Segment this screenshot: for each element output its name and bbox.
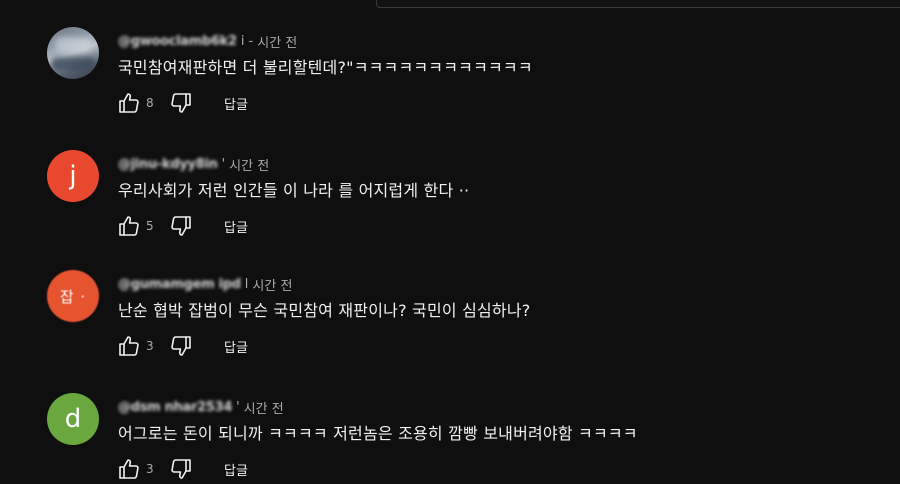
timestamp[interactable]: 시간 전 <box>229 155 269 174</box>
comments-page: @gwooclamb6k2 i - 시간 전 국민참여재판하면 더 불리할텐데?… <box>0 0 900 484</box>
comment-item: @gwooclamb6k2 i - 시간 전 국민참여재판하면 더 불리할텐데?… <box>0 27 900 137</box>
avatar[interactable]: d <box>47 393 99 445</box>
username[interactable]: @dsm nhar2534 <box>118 400 232 415</box>
avatar-image <box>55 37 91 51</box>
thumbs-up-icon <box>119 93 139 113</box>
time-prefix: ' <box>221 156 226 172</box>
comment-item: j @jinu-kdyy8in ' 시간 전 우리사회가 저런 인간들 이 나라… <box>0 150 900 260</box>
comment-input-box[interactable] <box>376 0 900 8</box>
comment-text: 어그로는 돈이 되니까 ㅋㅋㅋㅋ 저런놈은 조용히 깜빵 보내버려야함 ㅋㅋㅋㅋ <box>118 424 638 443</box>
thumbs-up-icon <box>119 336 139 356</box>
like-count: 3 <box>146 462 154 476</box>
like-button[interactable] <box>116 456 142 482</box>
comment-text: 난순 협박 잡범이 무슨 국민참여 재판이나? 국민이 심심하나? <box>118 301 531 320</box>
like-button[interactable] <box>116 90 142 116</box>
comment-text: 국민참여재판하면 더 불리할텐데?"ㅋㅋㅋㅋㅋㅋㅋㅋㅋㅋㅋㅋ <box>118 58 533 77</box>
avatar[interactable] <box>47 27 99 79</box>
thumbs-down-icon <box>171 336 191 356</box>
reply-button[interactable]: 답글 <box>224 337 248 356</box>
dislike-button[interactable] <box>168 90 194 116</box>
username[interactable]: @jinu-kdyy8in <box>118 157 218 172</box>
time-prefix: l <box>244 276 249 292</box>
comment-actions: 8 답글 <box>116 90 248 116</box>
like-count: 5 <box>146 219 154 233</box>
avatar-image <box>51 57 95 71</box>
thumbs-down-icon <box>171 216 191 236</box>
username[interactable]: @gwooclamb6k2 <box>118 34 237 49</box>
dislike-button[interactable] <box>168 456 194 482</box>
like-count: 3 <box>146 339 154 353</box>
avatar[interactable]: j <box>47 150 99 202</box>
like-button[interactable] <box>116 213 142 239</box>
reply-button[interactable]: 답글 <box>224 460 248 479</box>
comment-actions: 3 답글 <box>116 456 248 482</box>
dislike-button[interactable] <box>168 213 194 239</box>
comment-header: @gwooclamb6k2 i - 시간 전 <box>118 32 297 51</box>
like-count: 8 <box>146 96 154 110</box>
thumbs-up-icon <box>119 216 139 236</box>
reply-button[interactable]: 답글 <box>224 94 248 113</box>
comment-actions: 3 답글 <box>116 333 248 359</box>
comment-actions: 5 답글 <box>116 213 248 239</box>
like-button[interactable] <box>116 333 142 359</box>
dislike-button[interactable] <box>168 333 194 359</box>
avatar-letter: j <box>69 161 77 191</box>
comment-item: d @dsm nhar2534 ' 시간 전 어그로는 돈이 되니까 ㅋㅋㅋㅋ … <box>0 393 900 484</box>
username[interactable]: @gumamgem ipd <box>118 277 241 292</box>
comment-item: 잡 · @gumamgem ipd l 시간 전 난순 협박 잡범이 무슨 국민… <box>0 270 900 380</box>
time-prefix: ' <box>236 399 240 415</box>
comment-text: 우리사회가 저런 인간들 이 나라 를 어지럽게 한다 ·· <box>118 181 470 200</box>
comment-header: @jinu-kdyy8in ' 시간 전 <box>118 155 269 174</box>
comment-header: @gumamgem ipd l 시간 전 <box>118 275 292 294</box>
avatar[interactable]: 잡 · <box>47 270 99 322</box>
reply-button[interactable]: 답글 <box>224 217 248 236</box>
timestamp[interactable]: 시간 전 <box>257 32 297 51</box>
thumbs-down-icon <box>171 93 191 113</box>
time-prefix: i - <box>240 33 254 49</box>
timestamp[interactable]: 시간 전 <box>244 398 284 417</box>
avatar-letter: d <box>64 404 82 434</box>
timestamp[interactable]: 시간 전 <box>252 275 292 294</box>
thumbs-up-icon <box>119 459 139 479</box>
thumbs-down-icon <box>171 459 191 479</box>
comment-header: @dsm nhar2534 ' 시간 전 <box>118 398 284 417</box>
avatar-letter: 잡 · <box>59 287 87 306</box>
